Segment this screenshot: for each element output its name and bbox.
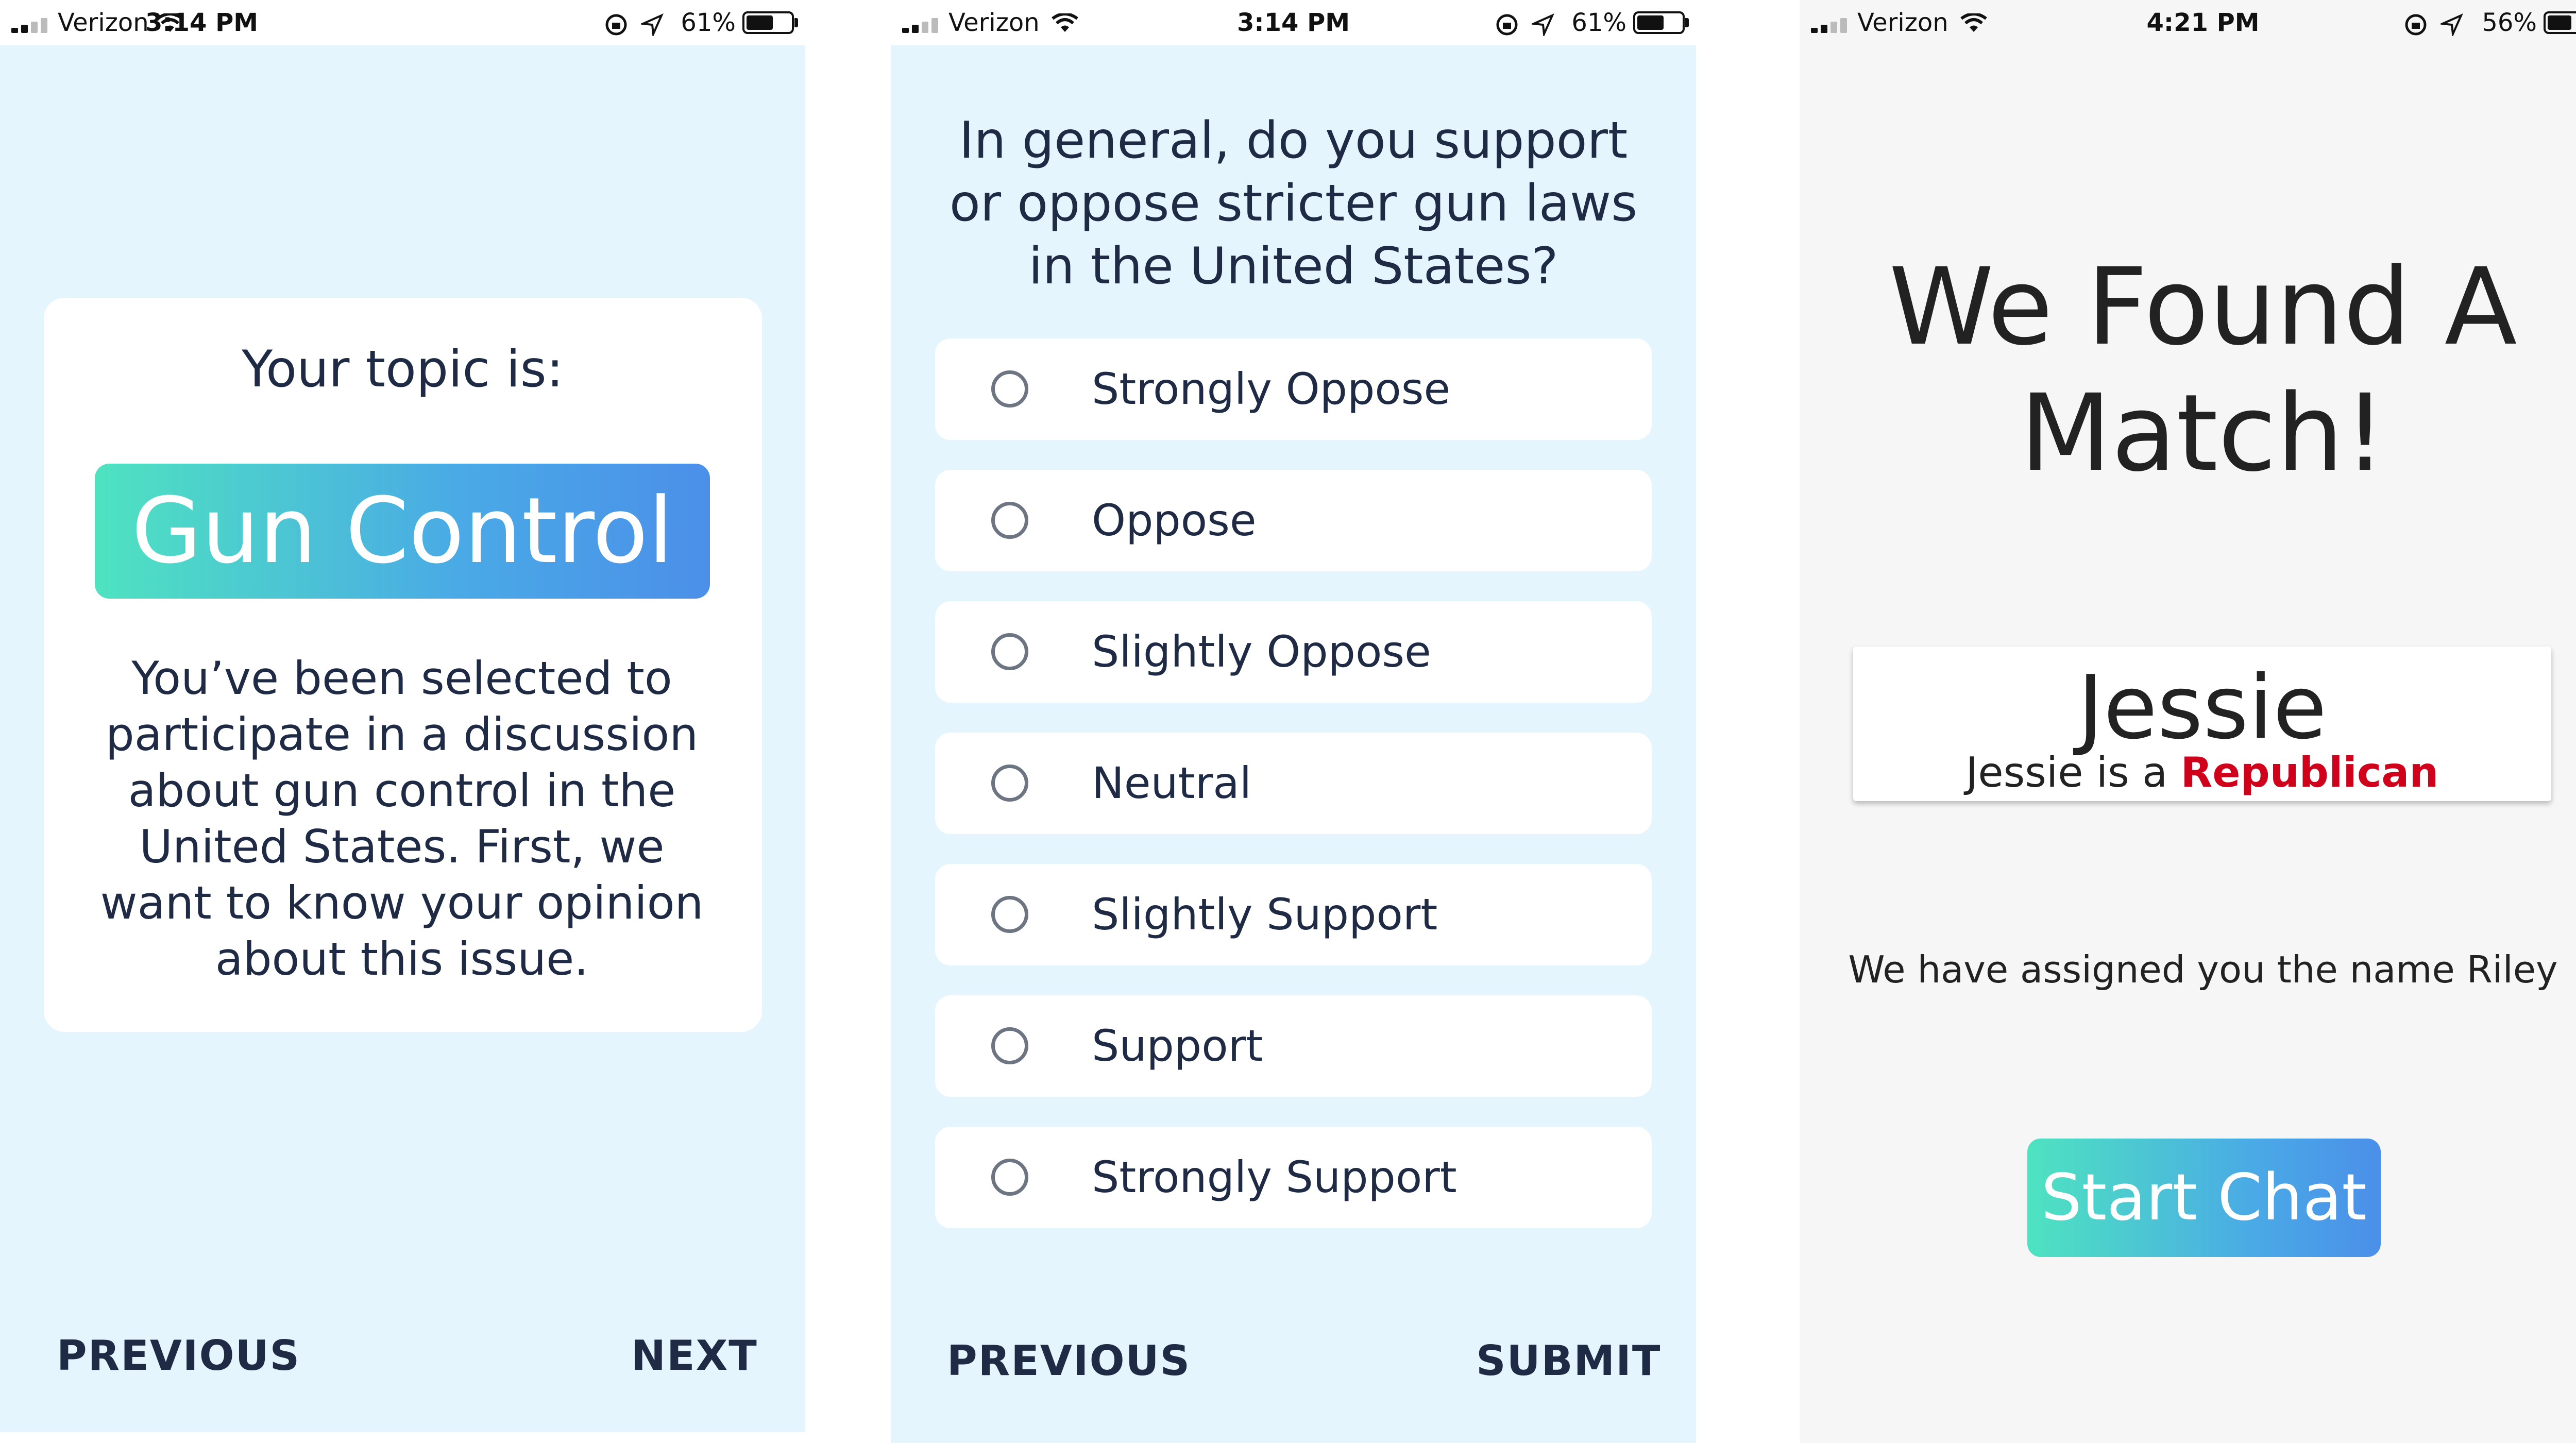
- topic-badge: Gun Control: [95, 464, 710, 599]
- survey-question: In general, do you support or oppose str…: [932, 109, 1655, 298]
- intro-line: about this issue.: [215, 932, 589, 986]
- battery-percent: 61%: [681, 8, 736, 37]
- clock: 3:14 PM: [145, 8, 259, 37]
- intro-line: about gun control in the: [128, 764, 676, 817]
- radio-icon[interactable]: [991, 1159, 1028, 1196]
- match-screen: Verizon 4:21 PM 56% We Found A Match! Je…: [1800, 0, 2576, 1443]
- question-line: in the United States?: [1028, 237, 1558, 296]
- match-party: Jessie is a Republican: [1853, 749, 2551, 796]
- option-label: Slightly Oppose: [1092, 626, 1431, 677]
- location-icon: [641, 13, 664, 36]
- status-bar: Verizon 3:14 PM 61%: [0, 0, 805, 45]
- battery-percent: 61%: [1571, 8, 1626, 37]
- next-button[interactable]: NEXT: [631, 1332, 758, 1380]
- question-line: or oppose stricter gun laws: [949, 174, 1638, 233]
- option-label: Neutral: [1092, 758, 1252, 808]
- intro-line: You’ve been selected to: [131, 652, 672, 705]
- battery-icon: [2544, 11, 2576, 34]
- intro-line: participate in a discussion: [105, 708, 699, 761]
- radio-icon[interactable]: [991, 633, 1028, 670]
- option-slightly-support[interactable]: Slightly Support: [935, 864, 1652, 965]
- location-icon: [1532, 13, 1554, 36]
- title-line: We Found A: [1889, 245, 2517, 369]
- radio-icon[interactable]: [991, 896, 1028, 933]
- match-party-prefix: Jessie is a: [1965, 749, 2181, 796]
- topic-label: Your topic is:: [242, 340, 564, 399]
- question-line: In general, do you support: [959, 111, 1628, 170]
- orientation-lock-icon: [2405, 14, 2427, 36]
- topic-name: Gun Control: [131, 478, 673, 584]
- battery-icon: [1633, 11, 1689, 34]
- option-label: Oppose: [1092, 495, 1257, 546]
- radio-icon[interactable]: [991, 370, 1028, 408]
- intro-line: United States. First, we: [139, 820, 665, 873]
- option-strongly-oppose[interactable]: Strongly Oppose: [935, 338, 1652, 440]
- status-bar: Verizon 4:21 PM 56%: [1800, 0, 2576, 45]
- status-bar: Verizon 3:14 PM 61%: [891, 0, 1696, 45]
- radio-icon[interactable]: [991, 502, 1028, 539]
- location-icon: [2441, 13, 2463, 36]
- previous-button[interactable]: PREVIOUS: [947, 1337, 1191, 1385]
- option-strongly-support[interactable]: Strongly Support: [935, 1127, 1652, 1228]
- start-chat-button[interactable]: Start Chat: [2027, 1139, 2381, 1257]
- radio-icon[interactable]: [991, 765, 1028, 802]
- option-label: Support: [1092, 1021, 1263, 1071]
- option-neutral[interactable]: Neutral: [935, 733, 1652, 834]
- title-line: Match!: [2020, 371, 2386, 495]
- option-slightly-oppose[interactable]: Slightly Oppose: [935, 601, 1652, 703]
- match-title: We Found A Match!: [1800, 244, 2576, 497]
- option-support[interactable]: Support: [935, 995, 1652, 1097]
- topic-screen: Verizon 3:14 PM 61% Your topic is: Gun C…: [0, 0, 805, 1432]
- option-label: Slightly Support: [1092, 889, 1438, 940]
- radio-icon[interactable]: [991, 1027, 1028, 1064]
- survey-screen: Verizon 3:14 PM 61% In general, do you s…: [891, 0, 1696, 1443]
- orientation-lock-icon: [605, 14, 627, 36]
- submit-button[interactable]: SUBMIT: [1476, 1337, 1662, 1385]
- orientation-lock-icon: [1496, 14, 1518, 36]
- battery-percent: 56%: [2482, 8, 2537, 37]
- intro-line: want to know your opinion: [100, 876, 704, 929]
- previous-button[interactable]: PREVIOUS: [57, 1332, 300, 1380]
- option-oppose[interactable]: Oppose: [935, 470, 1652, 571]
- option-label: Strongly Support: [1092, 1152, 1457, 1202]
- intro-text: You’ve been selected to participate in a…: [93, 650, 711, 987]
- match-card: Jessie Jessie is a Republican: [1853, 647, 2551, 801]
- match-name: Jessie: [2077, 657, 2327, 759]
- option-label: Strongly Oppose: [1092, 364, 1451, 414]
- assigned-name-text: We have assigned you the name Riley: [1848, 948, 2558, 991]
- party-label: Republican: [2180, 749, 2439, 796]
- battery-icon: [742, 11, 798, 34]
